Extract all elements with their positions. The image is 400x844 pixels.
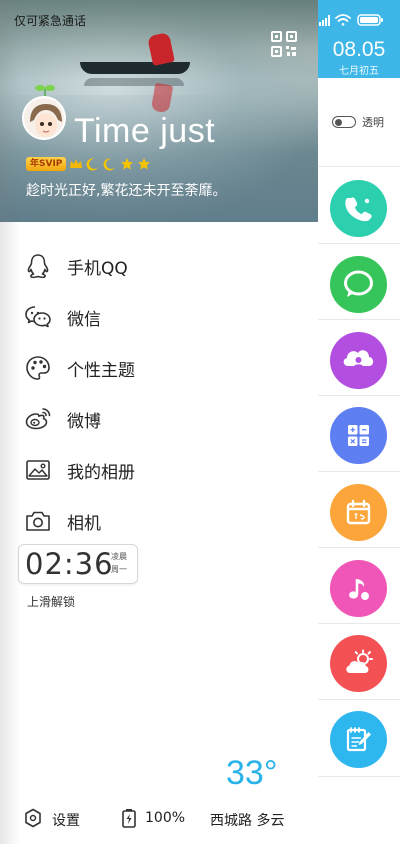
svip-badge: 年SVIP (26, 157, 67, 171)
menu-item-label: 我的相册 (67, 462, 135, 483)
qq-penguin-icon (27, 254, 49, 279)
settings-label[interactable]: 设置 (52, 810, 80, 830)
menu-item-label: 手机QQ (67, 258, 128, 279)
cloud-user-icon (343, 350, 374, 367)
battery-charging-icon (122, 809, 136, 828)
palette-icon (26, 356, 50, 380)
status-icons (319, 14, 383, 26)
transparency-toggle[interactable]: 透明 (318, 112, 400, 132)
menu-item-label: 微博 (67, 411, 101, 432)
divider (318, 166, 400, 167)
menu-item-label: 个性主题 (67, 360, 135, 381)
phone-app-icon[interactable] (330, 180, 387, 237)
weibo-icon (25, 408, 51, 430)
drawer-panel: 仅可紧急通话 Time just 年SVIP 趁时光正好,繁花还未开至荼靡。 手… (0, 0, 318, 844)
wifi-icon (335, 14, 351, 26)
badge-row: 年SVIP (26, 156, 151, 172)
settings-icon[interactable] (24, 808, 42, 828)
menu-item-wechat[interactable]: 微信 (0, 297, 318, 337)
clock-period: 凌晨 (111, 552, 127, 561)
cloud-app-icon[interactable] (330, 332, 387, 389)
qr-code-icon[interactable] (270, 30, 298, 58)
menu-item-camera[interactable]: 相机 (0, 501, 318, 541)
lunar-date: 七月初五 (339, 66, 379, 77)
wechat-icon (25, 306, 51, 328)
messages-app-icon[interactable] (330, 256, 387, 313)
boat-image (80, 62, 190, 74)
unlock-hint[interactable]: 上滑解锁 (27, 593, 75, 610)
battery-icon (357, 14, 383, 26)
phone-glyph-icon (345, 197, 372, 222)
bottom-bar: 设置 100% 西城路 多云 (0, 806, 318, 834)
star-icon (121, 158, 134, 170)
clock-time: 02:36 (25, 547, 114, 581)
weather-app-icon[interactable] (330, 635, 387, 692)
calendar-app-icon[interactable] (330, 484, 387, 541)
music-note-icon (349, 579, 369, 600)
moon-icon (86, 158, 99, 171)
signature-text: 趁时光正好,繁花还未开至荼靡。 (26, 183, 227, 199)
signal-icon (319, 15, 330, 26)
clock-weekday: 周一 (111, 565, 127, 574)
divider (318, 395, 400, 396)
clock-widget[interactable]: 02:36 凌晨 周一 (18, 544, 138, 584)
moon-icon (103, 158, 116, 171)
camera-icon (26, 511, 50, 531)
date-widget[interactable]: 08.05 七月初五 (318, 0, 400, 78)
menu-item-album[interactable]: 我的相册 (0, 450, 318, 490)
toggle-switch[interactable] (332, 116, 356, 128)
divider (318, 623, 400, 624)
divider (318, 471, 400, 472)
calculator-glyph-icon (348, 425, 369, 446)
star-icon (138, 158, 151, 170)
carrier-status-text: 仅可紧急通话 (14, 14, 87, 28)
photo-album-icon (26, 460, 50, 480)
music-app-icon[interactable] (330, 560, 387, 617)
notepad-pen-icon (346, 727, 371, 752)
menu-item-qq[interactable]: 手机QQ (0, 246, 318, 286)
menu-item-weibo[interactable]: 微博 (0, 399, 318, 439)
toggle-label: 透明 (362, 116, 384, 129)
divider (318, 243, 400, 244)
right-dock: 08.05 七月初五 透明 (318, 0, 400, 844)
temperature: 33° (226, 754, 278, 792)
chat-bubble-icon (344, 270, 373, 297)
menu-item-label: 相机 (67, 513, 101, 534)
divider (318, 699, 400, 700)
menu-item-theme[interactable]: 个性主题 (0, 348, 318, 388)
crown-icon (70, 159, 83, 168)
calculator-app-icon[interactable] (330, 407, 387, 464)
divider (318, 547, 400, 548)
profile-header: 仅可紧急通话 Time just 年SVIP 趁时光正好,繁花还未开至荼靡。 (0, 0, 318, 222)
battery-level: 100% (145, 810, 186, 826)
date-text: 08.05 (332, 38, 386, 61)
divider (318, 776, 400, 777)
avatar[interactable] (22, 96, 66, 140)
location-weather: 西城路 多云 (210, 813, 285, 829)
divider (318, 319, 400, 320)
menu-item-label: 微信 (67, 309, 101, 330)
toggle-knob (335, 118, 342, 126)
cloud-sun-icon (346, 649, 373, 673)
username[interactable]: Time just (74, 112, 215, 151)
calendar-glyph-icon (346, 499, 371, 525)
notes-app-icon[interactable] (330, 711, 387, 768)
